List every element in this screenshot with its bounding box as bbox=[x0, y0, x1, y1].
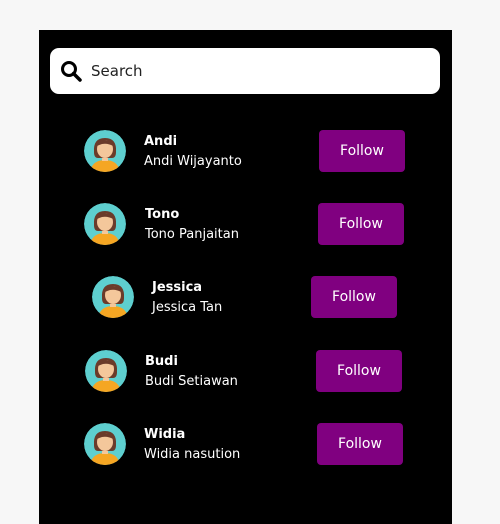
user-row: Budi Budi Setiawan Follow bbox=[85, 350, 405, 394]
user-short-name: Widia bbox=[144, 427, 186, 442]
search-icon bbox=[59, 59, 83, 83]
avatar-icon bbox=[85, 350, 127, 392]
follow-button[interactable]: Follow bbox=[316, 350, 402, 392]
user-short-name: Andi bbox=[144, 134, 178, 149]
search-box[interactable] bbox=[50, 48, 440, 94]
user-names: Andi Andi Wijayanto bbox=[144, 132, 242, 172]
user-row: Andi Andi Wijayanto Follow bbox=[84, 130, 406, 174]
follow-button[interactable]: Follow bbox=[311, 276, 397, 318]
user-names: Tono Tono Panjaitan bbox=[145, 205, 239, 245]
user-row: Jessica Jessica Tan Follow bbox=[92, 276, 402, 320]
avatar-icon bbox=[84, 423, 126, 465]
search-input[interactable] bbox=[91, 62, 411, 80]
user-names: Budi Budi Setiawan bbox=[145, 352, 238, 392]
user-short-name: Jessica bbox=[152, 280, 203, 295]
user-full-name: Jessica Tan bbox=[152, 300, 223, 315]
user-full-name: Widia nasution bbox=[144, 447, 241, 462]
avatar-icon bbox=[84, 203, 126, 245]
user-list-panel: Andi Andi Wijayanto Follow Tono Tono Pan… bbox=[39, 30, 452, 524]
user-full-name: Tono Panjaitan bbox=[145, 227, 239, 242]
user-short-name: Budi bbox=[145, 354, 178, 369]
user-row: Widia Widia nasution Follow bbox=[84, 423, 406, 467]
follow-button[interactable]: Follow bbox=[318, 203, 404, 245]
user-full-name: Andi Wijayanto bbox=[144, 154, 242, 169]
follow-button[interactable]: Follow bbox=[317, 423, 403, 465]
user-row: Tono Tono Panjaitan Follow bbox=[84, 203, 406, 247]
user-names: Widia Widia nasution bbox=[144, 425, 240, 465]
user-short-name: Tono bbox=[145, 207, 180, 222]
follow-button[interactable]: Follow bbox=[319, 130, 405, 172]
user-full-name: Budi Setiawan bbox=[145, 374, 238, 389]
avatar-icon bbox=[92, 276, 134, 318]
user-names: Jessica Jessica Tan bbox=[152, 278, 222, 318]
avatar-icon bbox=[84, 130, 126, 172]
